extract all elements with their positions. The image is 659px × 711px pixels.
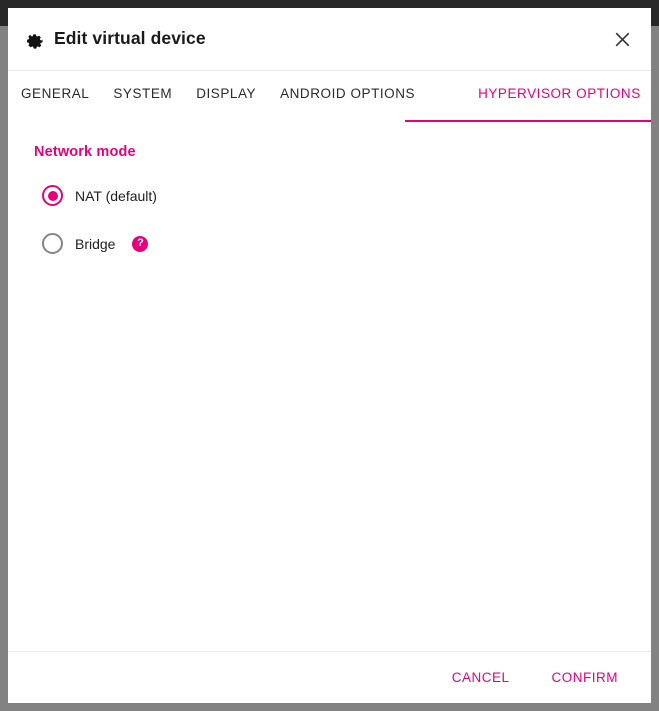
tab-display[interactable]: DISPLAY <box>196 71 256 101</box>
tab-system[interactable]: SYSTEM <box>113 71 172 101</box>
dialog-title-group: Edit virtual device <box>8 30 206 49</box>
dialog-body: Network mode NAT (default) Bridge ? <box>8 122 651 651</box>
confirm-button[interactable]: CONFIRM <box>550 665 621 691</box>
tab-hypervisor-options[interactable]: HYPERVISOR OPTIONS <box>478 71 641 101</box>
gear-icon <box>25 30 44 49</box>
radio-option-nat[interactable]: NAT (default) <box>29 179 157 213</box>
help-icon[interactable]: ? <box>132 235 149 252</box>
tab-android-options[interactable]: ANDROID OPTIONS <box>280 71 415 101</box>
radio-option-bridge[interactable]: Bridge ? <box>29 227 149 261</box>
edit-virtual-device-dialog: Edit virtual device GENERAL SYSTEM DISPL… <box>8 8 651 703</box>
page-title: Edit virtual device <box>54 28 206 49</box>
dialog-titlebar: Edit virtual device <box>8 8 651 71</box>
dialog-footer: CANCEL CONFIRM <box>8 651 651 703</box>
application-window: Edit virtual device GENERAL SYSTEM DISPL… <box>0 0 659 711</box>
cancel-button[interactable]: CANCEL <box>450 665 512 691</box>
radio-button-bridge[interactable] <box>42 233 63 254</box>
close-button[interactable] <box>605 22 639 56</box>
close-icon <box>615 32 630 47</box>
active-tab-indicator <box>405 119 651 122</box>
radio-button-nat[interactable] <box>42 185 63 206</box>
radio-label-nat: NAT (default) <box>75 187 157 204</box>
dialog-tab-bar: GENERAL SYSTEM DISPLAY ANDROID OPTIONS H… <box>8 71 651 122</box>
section-title-network-mode: Network mode <box>34 144 136 160</box>
radio-label-bridge: Bridge <box>75 235 116 252</box>
tab-general[interactable]: GENERAL <box>21 71 89 101</box>
